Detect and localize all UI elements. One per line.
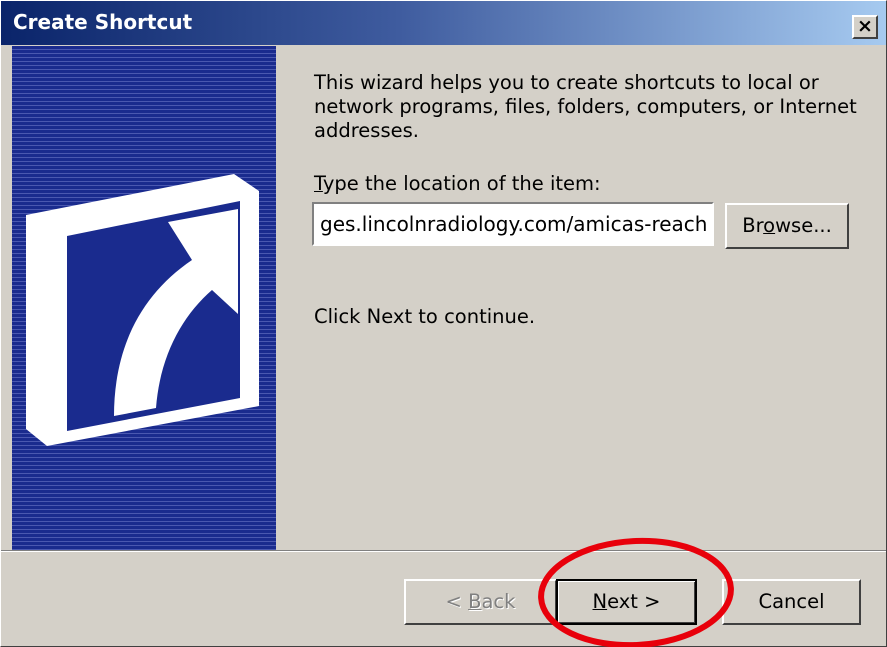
shortcut-arrow-icon	[26, 174, 259, 446]
location-label-text: ype the location of the item:	[322, 172, 601, 195]
location-input[interactable]	[312, 202, 714, 246]
back-label-accelerator: B	[468, 590, 482, 613]
back-label-pre: <	[445, 590, 469, 613]
browse-label-post: wse...	[775, 214, 832, 237]
back-label-post: ack	[481, 590, 516, 613]
footer-separator-highlight	[1, 551, 886, 552]
create-shortcut-dialog: Create Shortcut × This wizard helps you …	[0, 0, 887, 647]
browse-label-pre: Br	[742, 214, 764, 237]
close-icon: ×	[857, 15, 873, 37]
location-label: Type the location of the item:	[314, 172, 601, 195]
location-label-accelerator: T	[314, 172, 323, 195]
next-button[interactable]: Next >	[556, 579, 697, 625]
continue-instruction: Click Next to continue.	[314, 305, 536, 328]
cancel-button[interactable]: Cancel	[722, 579, 861, 625]
wizard-description: This wizard helps you to create shortcut…	[314, 71, 857, 142]
back-button[interactable]: < Back	[404, 579, 557, 625]
close-button[interactable]: ×	[852, 15, 878, 39]
browse-button[interactable]: Browse...	[725, 203, 849, 249]
title-bar[interactable]: Create Shortcut ×	[1, 1, 886, 45]
next-label-accelerator: N	[592, 590, 608, 613]
window-title: Create Shortcut	[13, 10, 193, 34]
browse-label-accelerator: o	[763, 214, 776, 237]
wizard-banner	[12, 46, 276, 550]
next-label-post: ext >	[607, 590, 661, 613]
